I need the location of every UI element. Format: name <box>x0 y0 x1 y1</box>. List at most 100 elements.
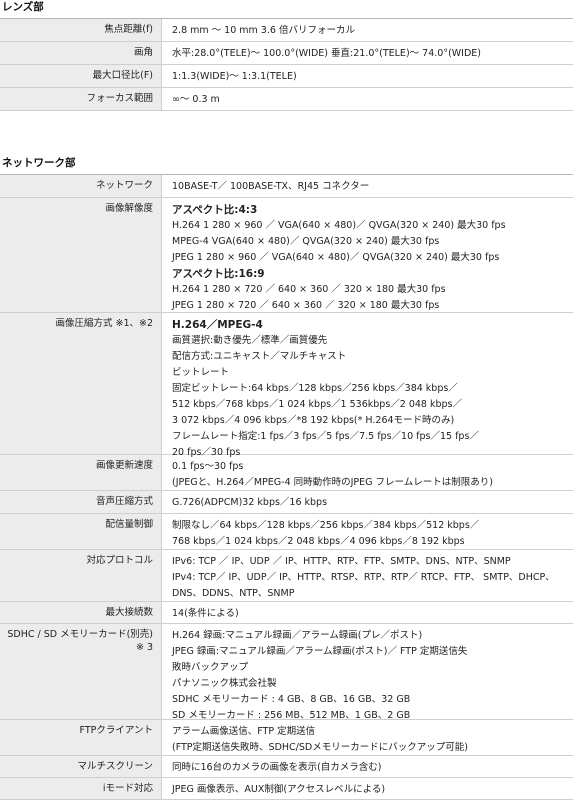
spec-value: H.264 録画:マニュアル録画／アラーム録画(プレ／ポスト) JPEG 録画:マ… <box>162 624 573 721</box>
spec-value-line: 同時に16台のカメラの画像を表示(自カメラ含む) <box>172 762 382 773</box>
spec-value-line: 3 072 kbps／4 096 kbps／*8 192 kbps(* H.26… <box>172 415 455 426</box>
spec-value: 制限なし／64 kbps／128 kbps／256 kbps／384 kbps／… <box>162 514 573 549</box>
spec-value-line: JPEG 1 280 × 720 ／ 640 × 360 ／ 320 × 180… <box>172 300 440 311</box>
spec-label: 最大接続数 <box>0 602 162 623</box>
spec-label-text: ネットワーク <box>95 180 153 191</box>
spec-label-text: 画角 <box>133 47 153 58</box>
spec-value-line: 10BASE-T／ 100BASE-TX、RJ45 コネクター <box>172 181 370 192</box>
section-title: レンズ部 <box>2 1 44 13</box>
spec-label-text: 配信量制御 <box>105 519 153 530</box>
spec-row: 画像更新速度 0.1 fps〜30 fps (JPEGと、H.264／MPEG-4 … <box>0 455 573 491</box>
spec-table: 焦点距離(f) 2.8 mm 〜 10 mm 3.6 倍バリフォーカル画角 水平:2… <box>0 18 573 111</box>
spec-label: 対応プロトコル <box>0 550 162 601</box>
spec-label: 画像更新速度 <box>0 455 162 490</box>
spec-row: 画像圧縮方式 ※1、※2 H.264／MPEG-4 画質選択:動き優先／標準／画質優… <box>0 313 573 458</box>
spec-value: G.726(ADPCM)32 kbps／16 kbps <box>162 491 573 513</box>
spec-label: マルチスクリーン <box>0 756 162 777</box>
spec-value: IPv6: TCP ／ IP、UDP ／ IP、HTTP、RTP、FTP、SMT… <box>162 550 573 601</box>
spec-value-line: 配信方式:ユニキャスト／マルチキャスト <box>172 351 347 362</box>
spec-value: アラーム画像送信、FTP 定期送信 (FTP定期送信失敗時、SDHC/SDメモリー… <box>162 720 573 755</box>
spec-value: 2.8 mm 〜 10 mm 3.6 倍バリフォーカル <box>162 19 573 41</box>
spec-row: 配信量制御 制限なし／64 kbps／128 kbps／256 kbps／384 … <box>0 514 573 550</box>
spec-value: 10BASE-T／ 100BASE-TX、RJ45 コネクター <box>162 175 573 197</box>
spec-value-line: H.264 1 280 × 960 ／ VGA(640 × 480)／ QVGA… <box>172 220 506 231</box>
spec-label-text: 最大口径比(F) <box>92 70 153 81</box>
section-title: ネットワーク部 <box>2 157 76 169</box>
spec-label-text: 最大接続数 <box>105 607 153 618</box>
spec-subheading: アスペクト比:4:3 <box>172 204 258 216</box>
spec-value-line: G.726(ADPCM)32 kbps／16 kbps <box>172 497 328 508</box>
spec-label: 焦点距離(f) <box>0 19 162 41</box>
spec-label-text: フォーカス範囲 <box>86 93 153 104</box>
spec-label-text: 画像更新速度 <box>95 460 153 471</box>
spec-value-line: フレームレート指定:1 fps／3 fps／5 fps／7.5 fps／10 f… <box>172 431 479 442</box>
spec-value-line: DNS、DDNS、NTP、SNMP <box>172 588 295 599</box>
spec-label-text: 音声圧縮方式 <box>95 496 153 507</box>
spec-value: ∞〜 0.3 m <box>162 88 573 110</box>
spec-value-line: JPEG 録画:マニュアル録画／アラーム録画(ポスト)／ FTP 定期送信失 <box>172 646 468 657</box>
spec-value-line: IPv6: TCP ／ IP、UDP ／ IP、HTTP、RTP、FTP、SMT… <box>172 556 511 567</box>
spec-value-line: (JPEGと、H.264／MPEG-4 同時動作時のJPEG フレームレートは制… <box>172 477 493 488</box>
spec-label: 最大口径比(F) <box>0 65 162 87</box>
spec-value: H.264／MPEG-4 画質選択:動き優先／標準／画質優先配信方式:ユニキャスト… <box>162 313 573 458</box>
spec-value-line: 水平:28.0°(TELE)〜 100.0°(WIDE) 垂直:21.0°(TE… <box>172 48 481 59</box>
spec-value-line: MPEG-4 VGA(640 × 480)／ QVGA(320 × 240) 最… <box>172 236 440 247</box>
spec-value-line: パナソニック株式会社製 <box>172 678 277 689</box>
spec-value-line: H.264 1 280 × 720 ／ 640 × 360 ／ 320 × 18… <box>172 284 446 295</box>
spec-label-text: 対応プロトコル <box>86 555 153 566</box>
spec-subheading: アスペクト比:16:9 <box>172 268 265 280</box>
spec-label: 画像解像度 <box>0 198 162 312</box>
spec-label: iモード対応 <box>0 778 162 799</box>
spec-label-text: iモード対応 <box>102 783 153 794</box>
spec-value-line: アラーム画像送信、FTP 定期送信 <box>172 726 316 737</box>
spec-label: 画像圧縮方式 ※1、※2 <box>0 313 162 454</box>
spec-value-line: 768 kbps／1 024 kbps／2 048 kbps／4 096 kbp… <box>172 536 465 547</box>
spec-value-line: 敗時バックアップ <box>172 662 249 673</box>
spec-value-line: 14(条件による) <box>172 608 239 619</box>
spec-value: 水平:28.0°(TELE)〜 100.0°(WIDE) 垂直:21.0°(TE… <box>162 42 573 64</box>
spec-row: 画角 水平:28.0°(TELE)〜 100.0°(WIDE) 垂直:21.0°(… <box>0 42 573 65</box>
spec-label: フォーカス範囲 <box>0 88 162 110</box>
spec-subheading: H.264／MPEG-4 <box>172 319 263 331</box>
spec-row: iモード対応 JPEG 画像表示、AUX制御(アクセスレベルによる) <box>0 778 573 800</box>
spec-value-line: SDHC メモリーカード : 4 GB、8 GB、16 GB、32 GB <box>172 694 411 705</box>
spec-value: アスペクト比:4:3 H.264 1 280 × 960 ／ VGA(640 × … <box>162 198 573 312</box>
spec-value-line: (FTP定期送信失敗時、SDHC/SDメモリーカードにバックアップ可能) <box>172 742 468 753</box>
spec-value-line: IPv4: TCP／ IP、UDP／ IP、HTTP、RTSP、RTP、RTP／… <box>172 572 555 583</box>
spec-value-line: 固定ビットレート:64 kbps／128 kbps／256 kbps／384 k… <box>172 383 458 394</box>
spec-value-line: ∞〜 0.3 m <box>172 94 220 105</box>
spec-value: 同時に16台のカメラの画像を表示(自カメラ含む) <box>162 756 573 777</box>
spec-value-line: 2.8 mm 〜 10 mm 3.6 倍バリフォーカル <box>172 25 355 36</box>
spec-table: ネットワーク 10BASE-T／ 100BASE-TX、RJ45 コネクター画像解… <box>0 174 573 800</box>
spec-row: ネットワーク 10BASE-T／ 100BASE-TX、RJ45 コネクター <box>0 175 573 198</box>
spec-row: 焦点距離(f) 2.8 mm 〜 10 mm 3.6 倍バリフォーカル <box>0 19 573 42</box>
spec-row: 最大接続数 14(条件による) <box>0 602 573 624</box>
spec-value-line: 制限なし／64 kbps／128 kbps／256 kbps／384 kbps／… <box>172 520 480 531</box>
spec-label: SDHC / SD メモリーカード(別売) ※ 3 <box>0 624 162 719</box>
spec-row: FTPクライアント アラーム画像送信、FTP 定期送信 (FTP定期送信失敗時、SD… <box>0 720 573 756</box>
spec-label-text: FTPクライアント <box>79 725 153 736</box>
spec-row: マルチスクリーン 同時に16台のカメラの画像を表示(自カメラ含む) <box>0 756 573 778</box>
spec-value: JPEG 画像表示、AUX制御(アクセスレベルによる) <box>162 778 573 799</box>
spec-value-line: 画質選択:動き優先／標準／画質優先 <box>172 335 328 346</box>
spec-label-text: 焦点距離(f) <box>104 24 153 35</box>
spec-value-line: 1:1.3(WIDE)〜 1:3.1(TELE) <box>172 71 297 82</box>
spec-label-text: マルチスクリーン <box>77 761 153 772</box>
spec-label: 音声圧縮方式 <box>0 491 162 513</box>
spec-value-line: 0.1 fps〜30 fps <box>172 461 244 472</box>
spec-value-line: H.264 録画:マニュアル録画／アラーム録画(プレ／ポスト) <box>172 630 423 641</box>
spec-label-text: 画像解像度 <box>105 203 153 214</box>
spec-row: SDHC / SD メモリーカード(別売) ※ 3 H.264 録画:マニュアル録画… <box>0 624 573 721</box>
spec-row: 音声圧縮方式 G.726(ADPCM)32 kbps／16 kbps <box>0 491 573 514</box>
spec-row: フォーカス範囲 ∞〜 0.3 m <box>0 88 573 111</box>
spec-label: 画角 <box>0 42 162 64</box>
spec-value: 14(条件による) <box>162 602 573 623</box>
spec-label: FTPクライアント <box>0 720 162 755</box>
spec-value: 1:1.3(WIDE)〜 1:3.1(TELE) <box>162 65 573 87</box>
spec-value-line: JPEG 画像表示、AUX制御(アクセスレベルによる) <box>172 784 386 795</box>
spec-row: 最大口径比(F) 1:1.3(WIDE)〜 1:3.1(TELE) <box>0 65 573 88</box>
spec-label-text: 画像圧縮方式 ※1、※2 <box>55 318 153 329</box>
spec-row: 対応プロトコル IPv6: TCP ／ IP、UDP ／ IP、HTTP、RTP、… <box>0 550 573 602</box>
spec-page: レンズ部焦点距離(f) 2.8 mm 〜 10 mm 3.6 倍バリフォーカル画角… <box>0 0 573 802</box>
spec-value-line: ビットレート <box>172 367 230 378</box>
